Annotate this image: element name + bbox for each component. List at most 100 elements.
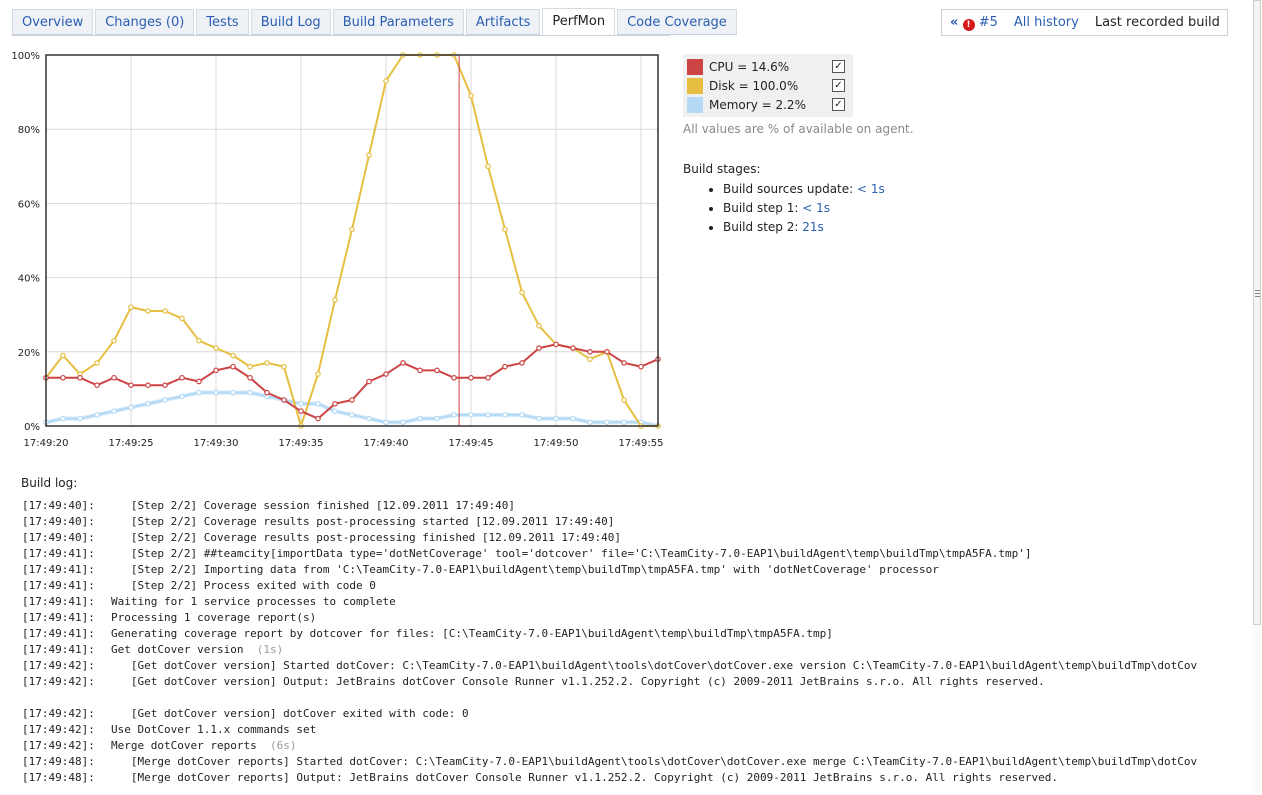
memory-data-point [332, 408, 338, 414]
log-line: [17:49:41]: [Step 2/2] Importing data fr… [22, 562, 1252, 578]
previous-build-link[interactable]: « ! #5 [942, 15, 1006, 31]
x-tick-label: 17:49:35 [279, 438, 324, 449]
log-message: Processing 1 coverage report(s) [111, 611, 317, 624]
memory-data-point [349, 412, 355, 418]
all-history-link[interactable]: All history [1006, 15, 1087, 30]
log-message: Get dotCover version [111, 643, 244, 656]
tab-overview[interactable]: Overview [12, 9, 94, 35]
y-tick-label: 0% [24, 422, 40, 433]
legend-swatch [687, 58, 703, 75]
log-line: [17:49:42]: [Get dotCover version] dotCo… [22, 706, 1252, 722]
build-stage-item: Build step 1: < 1s [723, 199, 885, 218]
log-timestamp: [17:49:41]: [22, 547, 95, 560]
legend-label: Disk = 100.0% [709, 78, 799, 93]
legend-label: Memory = 2.2% [709, 97, 806, 112]
log-line: [17:49:41]: Get dotCover version (1s) [22, 642, 1252, 658]
disk-data-point [230, 352, 236, 359]
tab-changes-0[interactable]: Changes (0) [95, 9, 195, 35]
x-tick-label: 17:49:25 [109, 438, 154, 449]
cpu-data-point [451, 374, 457, 381]
log-timestamp: [17:49:42]: [22, 659, 95, 672]
log-message: [Get dotCover version] dotCover exited w… [111, 707, 469, 720]
log-timestamp: [17:49:40]: [22, 515, 95, 528]
memory-data-point [553, 415, 559, 422]
legend-item: CPU = 14.6% ✓ [687, 57, 853, 76]
legend-checkbox[interactable]: ✓ [832, 60, 845, 73]
y-tick-label: 40% [18, 274, 40, 285]
log-timestamp: [17:49:41]: [22, 627, 95, 640]
memory-data-point [621, 419, 627, 426]
log-message: Generating coverage report by dotcover f… [111, 627, 833, 640]
tab-build-parameters[interactable]: Build Parameters [332, 9, 464, 35]
build-stage-label: Build step 1: [723, 201, 799, 215]
disk-data-point [349, 226, 355, 233]
build-stage-duration[interactable]: < 1s [857, 182, 885, 196]
cpu-data-point [77, 374, 83, 381]
y-tick-label: 20% [18, 348, 40, 359]
build-number: #5 [978, 14, 998, 30]
memory-data-point [502, 412, 508, 418]
x-tick-label: 17:49:40 [364, 438, 409, 449]
memory-data-point [587, 419, 593, 426]
log-line: [17:49:41]: [Step 2/2] Process exited wi… [22, 578, 1252, 594]
cpu-data-point [196, 378, 202, 385]
legend-checkbox[interactable]: ✓ [832, 79, 845, 92]
memory-data-point [434, 415, 440, 422]
perfmon-chart: 0% 20% 40% 60% 80% 100% 17:49:20 17:49:25 17:49:… [11, 51, 663, 449]
memory-data-point [145, 400, 151, 407]
chart-legend: CPU = 14.6% ✓ Disk = 100.0% ✓ Memory = 2.2% ✓ [683, 54, 853, 117]
log-line: [17:49:48]: [Merge dotCover reports] Out… [22, 770, 1252, 786]
tab-code-coverage[interactable]: Code Coverage [617, 9, 737, 35]
build-stage-duration[interactable]: < 1s [802, 201, 830, 215]
log-timestamp: [17:49:41]: [22, 611, 95, 624]
tab-perfmon[interactable]: PerfMon [542, 8, 616, 36]
disk-data-point [366, 152, 372, 158]
disk-data-point [468, 93, 474, 99]
build-stages-title: Build stages: [683, 162, 761, 176]
build-log-title: Build log: [21, 476, 78, 490]
memory-data-point [230, 389, 236, 396]
scrollbar-grip-icon [1255, 290, 1260, 297]
double-chevron-left-icon: « [950, 14, 959, 30]
disk-data-point [502, 226, 508, 233]
scrollbar-thumb[interactable] [1253, 0, 1261, 625]
last-recorded-build-label: Last recorded build [1094, 15, 1220, 30]
disk-data-point [332, 297, 338, 303]
log-line: [17:49:42]: [Get dotCover version] Outpu… [22, 674, 1252, 690]
cpu-data-point [298, 408, 304, 414]
tab-artifacts[interactable]: Artifacts [465, 9, 541, 35]
build-stage-duration[interactable]: 21s [802, 220, 824, 234]
x-tick-label: 17:49:50 [534, 438, 579, 449]
memory-data-point [247, 389, 253, 396]
log-message: [Step 2/2] Importing data from 'C:\TeamC… [111, 563, 939, 576]
disk-data-point [519, 289, 525, 296]
log-line: [17:49:41]: [Step 2/2] ##teamcity[import… [22, 546, 1252, 562]
legend-swatch [687, 96, 703, 113]
tab-tests[interactable]: Tests [196, 9, 249, 35]
disk-data-point [128, 304, 134, 311]
disk-data-point [60, 352, 66, 359]
cpu-data-point [485, 374, 491, 381]
plot-area [46, 55, 658, 426]
log-duration: (1s) [256, 643, 284, 656]
tab-build-log[interactable]: Build Log [250, 9, 331, 35]
log-timestamp: [17:49:42]: [22, 675, 95, 688]
legend-note: All values are % of available on agent. [683, 122, 914, 136]
memory-data-point [604, 419, 610, 426]
cpu-data-point [128, 382, 134, 388]
memory-data-point [196, 389, 202, 396]
disk-data-point [179, 315, 185, 322]
error-icon: ! [962, 18, 975, 31]
cpu-data-point [519, 360, 525, 366]
cpu-data-point [111, 374, 117, 381]
disk-data-point [485, 163, 491, 170]
memory-data-point [94, 412, 100, 418]
log-message: [Get dotCover version] Output: JetBrains… [111, 675, 1045, 688]
legend-checkbox[interactable]: ✓ [832, 98, 845, 111]
log-timestamp: [17:49:41]: [22, 595, 95, 608]
legend-item: Disk = 100.0% ✓ [687, 76, 853, 95]
memory-data-point [400, 419, 406, 426]
disk-data-point [94, 360, 100, 366]
cpu-data-point [553, 341, 559, 348]
